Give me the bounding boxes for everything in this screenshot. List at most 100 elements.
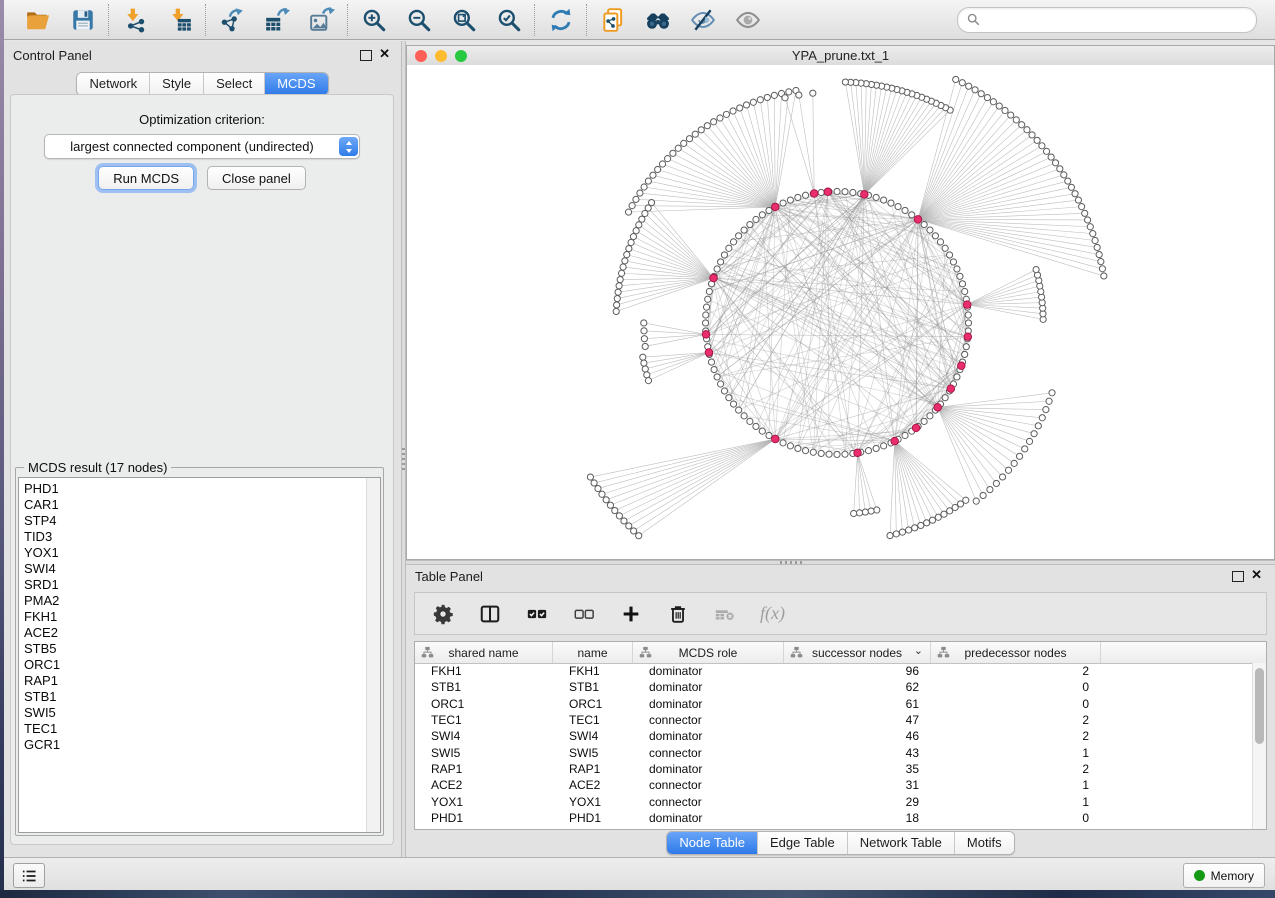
memory-button[interactable]: Memory xyxy=(1183,863,1265,888)
network-leaf-node[interactable] xyxy=(782,95,788,101)
float-panel-icon[interactable] xyxy=(360,50,372,61)
network-leaf-node[interactable] xyxy=(670,150,676,156)
network-node[interactable] xyxy=(954,374,960,380)
mcds-result-item[interactable]: PHD1 xyxy=(24,481,366,497)
table-vertical-scrollbar[interactable] xyxy=(1252,663,1266,829)
network-leaf-node[interactable] xyxy=(1079,204,1085,210)
network-leaf-node[interactable] xyxy=(1068,184,1074,190)
network-leaf-node[interactable] xyxy=(633,196,639,202)
network-leaf-node[interactable] xyxy=(980,492,986,498)
network-leaf-node[interactable] xyxy=(1034,137,1040,143)
search-network-icon[interactable] xyxy=(644,6,671,33)
network-leaf-node[interactable] xyxy=(1043,407,1049,413)
network-leaf-node[interactable] xyxy=(1061,172,1067,178)
network-canvas[interactable] xyxy=(407,65,1274,559)
network-node[interactable] xyxy=(780,440,786,446)
network-node[interactable] xyxy=(842,451,848,457)
scrollbar-thumb[interactable] xyxy=(1255,668,1264,744)
network-leaf-node[interactable] xyxy=(959,80,965,86)
network-leaf-node[interactable] xyxy=(616,283,622,289)
column-header-shared-name[interactable]: shared name xyxy=(415,642,553,663)
network-leaf-node[interactable] xyxy=(1046,398,1052,404)
network-node[interactable] xyxy=(702,320,708,326)
mcds-dominator-node[interactable] xyxy=(854,449,862,457)
network-leaf-node[interactable] xyxy=(681,140,687,146)
network-node[interactable] xyxy=(714,374,720,380)
mcds-dominator-node[interactable] xyxy=(810,190,818,198)
network-node[interactable] xyxy=(706,288,712,294)
network-leaf-node[interactable] xyxy=(645,178,651,184)
network-graph[interactable] xyxy=(407,65,1274,559)
tab-network[interactable]: Network xyxy=(77,73,149,95)
network-leaf-node[interactable] xyxy=(1016,453,1022,459)
network-leaf-node[interactable] xyxy=(641,184,647,190)
network-leaf-node[interactable] xyxy=(642,210,648,216)
network-node[interactable] xyxy=(937,239,943,245)
mcds-result-item[interactable]: STB1 xyxy=(24,689,366,705)
network-leaf-node[interactable] xyxy=(636,533,642,539)
network-node[interactable] xyxy=(959,281,965,287)
tab-network-table[interactable]: Network Table xyxy=(847,832,954,854)
mcds-result-item[interactable]: TID3 xyxy=(24,529,366,545)
network-leaf-node[interactable] xyxy=(599,491,605,497)
network-node[interactable] xyxy=(942,245,948,251)
network-leaf-node[interactable] xyxy=(1033,266,1039,272)
mcds-dominator-node[interactable] xyxy=(710,274,718,282)
network-leaf-node[interactable] xyxy=(1039,415,1045,421)
network-leaf-node[interactable] xyxy=(1002,107,1008,113)
network-leaf-node[interactable] xyxy=(887,533,893,539)
network-node[interactable] xyxy=(957,273,963,279)
network-leaf-node[interactable] xyxy=(1092,237,1098,243)
network-node[interactable] xyxy=(842,189,848,195)
network-leaf-node[interactable] xyxy=(786,89,792,95)
show-panels-button[interactable] xyxy=(13,863,45,888)
network-leaf-node[interactable] xyxy=(1057,166,1063,172)
mcds-result-item[interactable]: YOX1 xyxy=(24,545,366,561)
network-leaf-node[interactable] xyxy=(899,529,905,535)
network-leaf-node[interactable] xyxy=(856,510,862,516)
network-leaf-node[interactable] xyxy=(603,497,609,503)
network-node[interactable] xyxy=(802,192,808,198)
network-leaf-node[interactable] xyxy=(941,511,947,517)
table-settings-icon[interactable] xyxy=(431,602,455,626)
network-leaf-node[interactable] xyxy=(990,99,996,105)
network-leaf-node[interactable] xyxy=(641,360,647,366)
tab-style[interactable]: Style xyxy=(149,73,203,95)
search-box[interactable] xyxy=(957,7,1257,33)
float-panel-icon[interactable] xyxy=(1232,571,1244,582)
network-leaf-node[interactable] xyxy=(1013,117,1019,123)
network-leaf-node[interactable] xyxy=(1011,460,1017,466)
network-node[interactable] xyxy=(741,413,747,419)
network-leaf-node[interactable] xyxy=(868,508,874,514)
network-leaf-node[interactable] xyxy=(953,76,959,82)
network-node[interactable] xyxy=(888,200,894,206)
network-leaf-node[interactable] xyxy=(659,161,665,167)
network-leaf-node[interactable] xyxy=(626,523,632,529)
network-leaf-node[interactable] xyxy=(615,289,621,295)
network-leaf-node[interactable] xyxy=(620,264,626,270)
delete-columns-icon[interactable] xyxy=(666,602,690,626)
mcds-dominator-node[interactable] xyxy=(824,188,832,196)
network-leaf-node[interactable] xyxy=(692,131,698,137)
network-node[interactable] xyxy=(708,359,714,365)
network-node[interactable] xyxy=(881,443,887,449)
network-leaf-node[interactable] xyxy=(645,378,651,384)
mcds-dominator-node[interactable] xyxy=(771,203,779,211)
mcds-dominator-node[interactable] xyxy=(861,191,869,199)
network-leaf-node[interactable] xyxy=(730,108,736,114)
network-leaf-node[interactable] xyxy=(607,502,613,508)
network-node[interactable] xyxy=(753,216,759,222)
network-leaf-node[interactable] xyxy=(618,270,624,276)
mcds-dominator-node[interactable] xyxy=(891,437,899,445)
horizontal-splitter-grip[interactable] xyxy=(780,561,802,564)
mcds-dominator-node[interactable] xyxy=(934,404,942,412)
network-node[interactable] xyxy=(810,449,816,455)
network-leaf-node[interactable] xyxy=(642,343,648,349)
create-new-column-icon[interactable] xyxy=(619,602,643,626)
network-node[interactable] xyxy=(747,418,753,424)
network-leaf-node[interactable] xyxy=(613,308,619,314)
table-row[interactable]: SWI5SWI5connector431 xyxy=(415,744,1253,760)
mcds-dominator-node[interactable] xyxy=(912,424,920,432)
network-leaf-node[interactable] xyxy=(1043,148,1049,154)
network-node[interactable] xyxy=(736,407,742,413)
